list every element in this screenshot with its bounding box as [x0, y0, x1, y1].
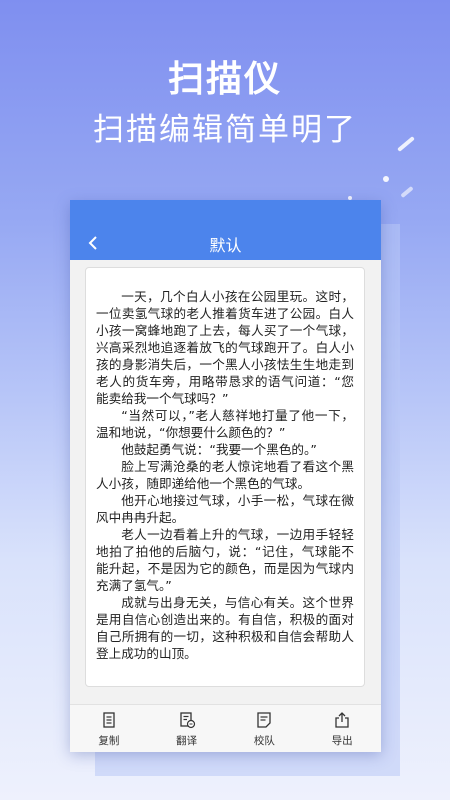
proofread-button[interactable]: 校队	[226, 705, 304, 752]
export-icon	[335, 712, 349, 728]
paragraph: 成就与出身无关，与信心有关。这个世界是用自信心创造出来的。有自信，积极的面对自己…	[96, 595, 354, 661]
decor-dot	[383, 176, 389, 182]
translate-icon	[179, 712, 195, 729]
paragraph: 他鼓起勇气说：“我要一个黑色的。”	[121, 442, 317, 457]
copy-icon	[103, 712, 115, 728]
hero-title: 扫描仪	[167, 59, 282, 100]
document-page[interactable]: 一天，几个白人小孩在公园里玩。这时，一位卖氢气球的老人推着货车进了公园。白人小孩…	[85, 267, 365, 687]
export-button[interactable]: 导出	[303, 705, 381, 752]
bottom-toolbar: 复制 翻译 校队 导出	[70, 704, 381, 752]
copy-label: 复制	[98, 735, 120, 747]
translate-label: 翻译	[176, 735, 198, 747]
top-bar: 默认	[70, 200, 381, 260]
proofread-icon	[257, 712, 272, 728]
translate-button[interactable]: 翻译	[148, 705, 226, 752]
paragraph: “当然可以，”老人慈祥地打量了他一下，温和地说，“你想要什么颜色的？”	[96, 408, 354, 440]
document-text[interactable]: 一天，几个白人小孩在公园里玩。这时，一位卖氢气球的老人推着货车进了公园。白人小孩…	[96, 288, 354, 662]
paragraph: 他开心地接过气球，小手一松，气球在微风中冉冉升起。	[96, 493, 354, 525]
phone-screen: 默认 一天，几个白人小孩在公园里玩。这时，一位卖氢气球的老人推着货车进了公园。白…	[70, 200, 381, 752]
decor-dash	[400, 185, 414, 199]
proofread-label: 校队	[253, 735, 275, 747]
paragraph: 一天，几个白人小孩在公园里玩。这时，一位卖氢气球的老人推着货车进了公园。白人小孩…	[96, 289, 354, 406]
paragraph: 老人一边看着上升的气球，一边用手轻轻地拍了拍他的后脑勺，说：“记住，气球能不能升…	[96, 527, 354, 593]
export-label: 导出	[331, 735, 353, 747]
screen-title: 默认	[209, 236, 242, 255]
copy-button[interactable]: 复制	[70, 705, 148, 752]
paragraph: 脸上写满沧桑的老人惊诧地看了看这个黑人小孩，随即递给他一个黑色的气球。	[96, 459, 354, 491]
hero-subtitle: 扫描编辑简单明了	[93, 112, 357, 148]
